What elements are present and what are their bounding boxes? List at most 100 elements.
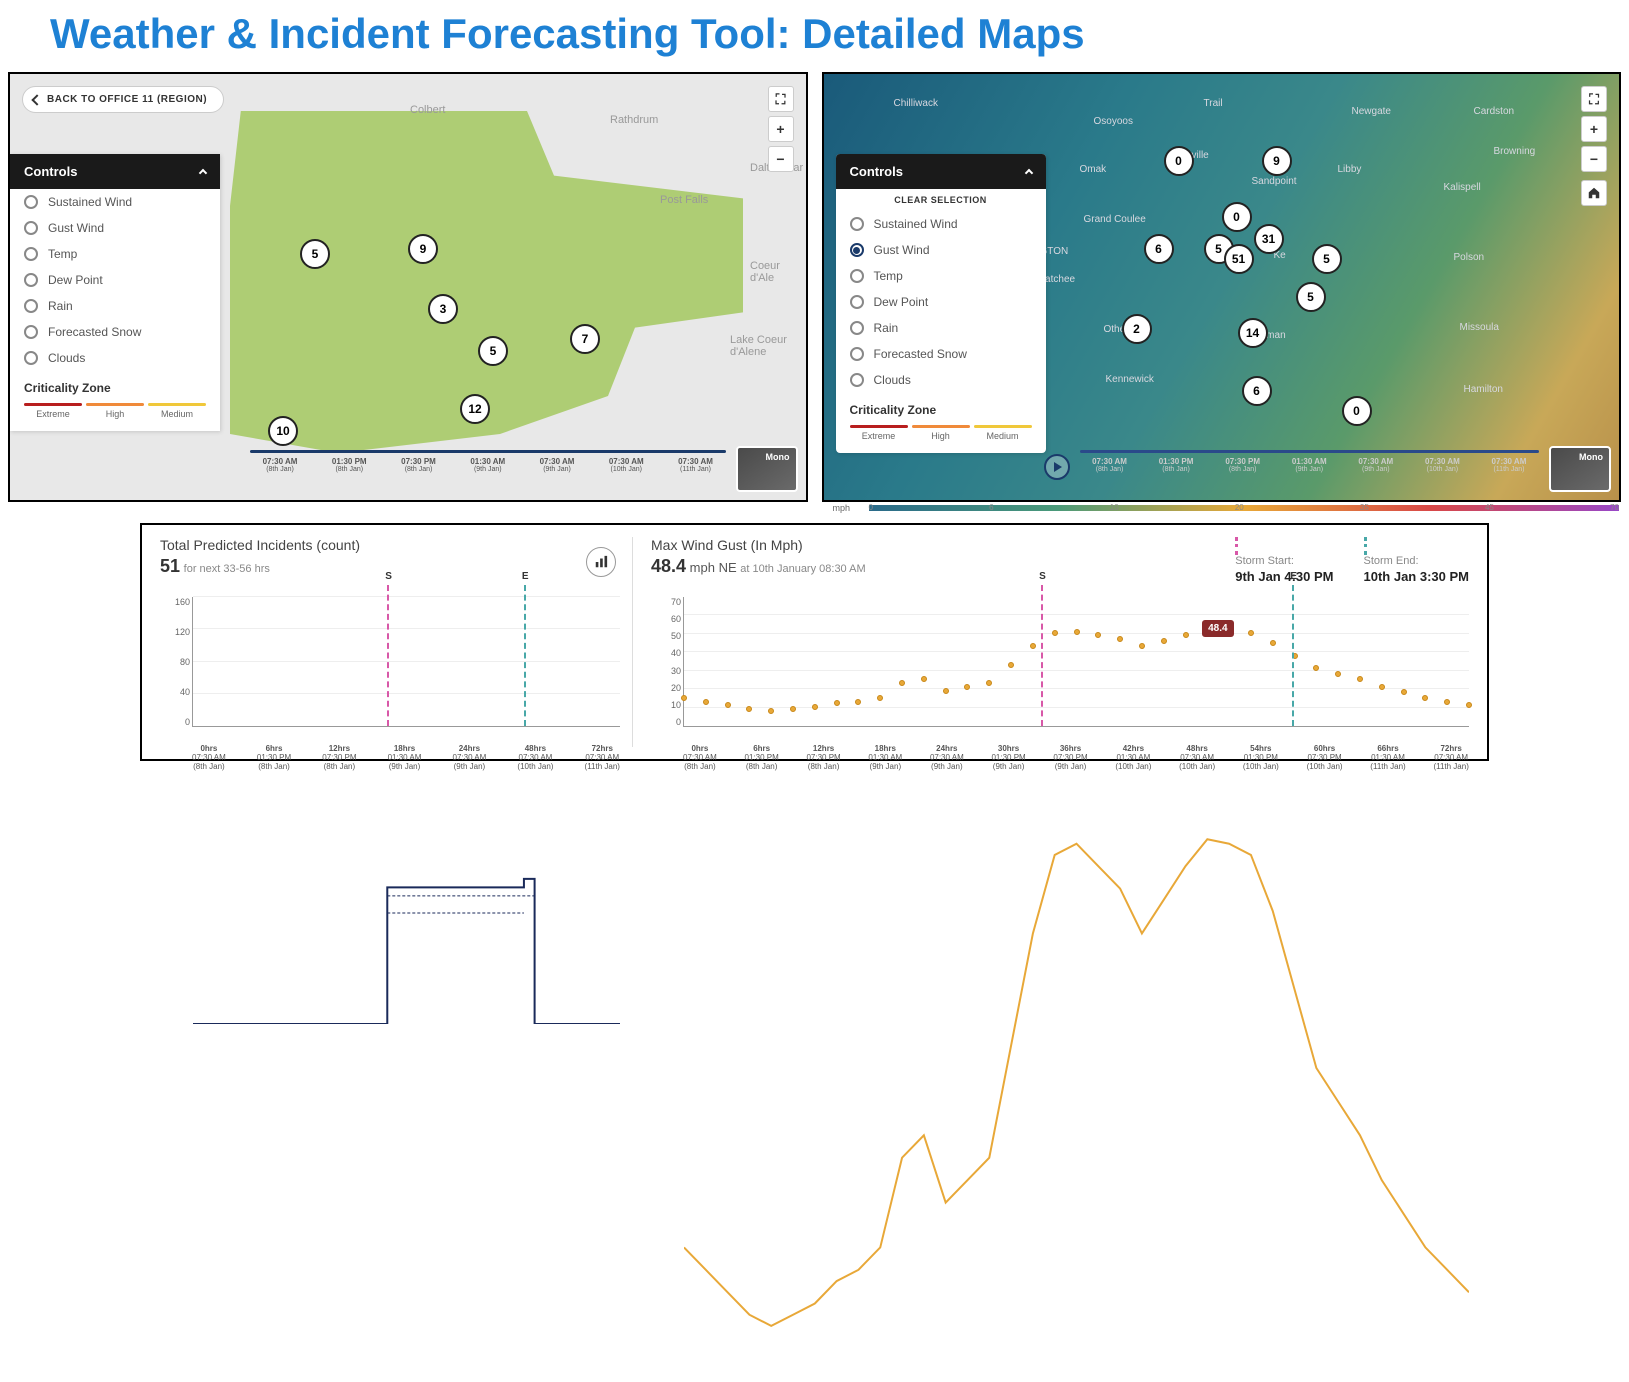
data-point[interactable] [1248, 630, 1254, 636]
x-tick: 42hrs01:30 AM(10th Jan) [1115, 744, 1151, 771]
data-point[interactable] [746, 706, 752, 712]
storm-end-marker [1364, 537, 1470, 555]
data-point[interactable] [899, 680, 905, 686]
map-marker[interactable]: 2 [1122, 314, 1152, 344]
incidents-plot[interactable]: 04080120160 S E 0hrs07:30 AM(8th Jan)6hr… [160, 597, 620, 747]
control-sustained-wind[interactable]: Sustained Wind [836, 211, 1046, 237]
data-point[interactable] [1379, 684, 1385, 690]
data-point[interactable] [1357, 676, 1363, 682]
map-marker[interactable]: 0 [1222, 202, 1252, 232]
back-button[interactable]: BACK TO OFFICE 11 (REGION) [22, 86, 224, 113]
data-point[interactable] [1139, 643, 1145, 649]
control-label: Rain [48, 299, 73, 313]
map-marker[interactable]: 0 [1342, 396, 1372, 426]
data-point[interactable] [725, 702, 731, 708]
fullscreen-button[interactable]: ⛶ [1581, 86, 1607, 112]
control-gust-wind[interactable]: Gust Wind [10, 215, 220, 241]
gust-plot[interactable]: 010203040506070 S E 48.4 0hrs07:30 AM(8t… [651, 597, 1469, 747]
controls-header[interactable]: Controls [836, 154, 1046, 189]
control-forecasted-snow[interactable]: Forecasted Snow [10, 319, 220, 345]
map-marker[interactable]: 6 [1144, 234, 1174, 264]
data-point[interactable] [1466, 702, 1472, 708]
control-clouds[interactable]: Clouds [10, 345, 220, 371]
chart-type-toggle[interactable] [586, 547, 616, 577]
data-point[interactable] [855, 699, 861, 705]
control-gust-wind[interactable]: Gust Wind [836, 237, 1046, 263]
data-point[interactable] [768, 708, 774, 714]
zoom-out-button[interactable]: − [1581, 146, 1607, 172]
data-point[interactable] [1117, 636, 1123, 642]
control-rain[interactable]: Rain [10, 293, 220, 319]
maps-row: ColbertRathdrumPost FallsDalton GarCoeur… [0, 72, 1629, 502]
map-marker[interactable]: 0 [1164, 146, 1194, 176]
map-marker[interactable]: 9 [408, 234, 438, 264]
x-tick: 18hrs01:30 AM(9th Jan) [388, 744, 422, 771]
control-rain[interactable]: Rain [836, 315, 1046, 341]
map-marker[interactable]: 12 [460, 394, 490, 424]
map-marker[interactable]: 5 [1312, 244, 1342, 274]
map-marker[interactable]: 3 [428, 294, 458, 324]
home-button[interactable] [1581, 180, 1607, 206]
data-point[interactable] [1095, 632, 1101, 638]
data-point[interactable] [1008, 662, 1014, 668]
data-point[interactable] [1270, 640, 1276, 646]
radio-icon [24, 195, 38, 209]
data-point[interactable] [1161, 638, 1167, 644]
zoom-out-button[interactable]: − [768, 146, 794, 172]
data-point[interactable] [790, 706, 796, 712]
x-tick: 72hrs07:30 AM(11th Jan) [1433, 744, 1468, 771]
data-point[interactable] [834, 700, 840, 706]
storm-start-marker [1235, 537, 1333, 555]
map-marker[interactable]: 5 [478, 336, 508, 366]
data-point[interactable] [986, 680, 992, 686]
control-dew-point[interactable]: Dew Point [836, 289, 1046, 315]
data-point[interactable] [1444, 699, 1450, 705]
data-point[interactable] [943, 688, 949, 694]
data-point[interactable] [1313, 665, 1319, 671]
control-clouds[interactable]: Clouds [836, 367, 1046, 393]
data-point[interactable] [1030, 643, 1036, 649]
control-temp[interactable]: Temp [10, 241, 220, 267]
controls-panel-left: Controls Sustained WindGust WindTempDew … [10, 154, 220, 431]
map-marker[interactable]: 51 [1224, 244, 1254, 274]
map-marker[interactable]: 31 [1254, 224, 1284, 254]
data-point[interactable] [877, 695, 883, 701]
data-point[interactable] [964, 684, 970, 690]
crit-extreme: Extreme [24, 403, 82, 419]
play-button[interactable] [1044, 454, 1070, 480]
map-marker[interactable]: 7 [570, 324, 600, 354]
storm-start-value: 9th Jan 4:30 PM [1235, 569, 1333, 584]
map-marker[interactable]: 9 [1262, 146, 1292, 176]
data-point[interactable] [681, 695, 687, 701]
control-temp[interactable]: Temp [836, 263, 1046, 289]
map-marker[interactable]: 5 [300, 239, 330, 269]
x-tick: 60hrs07:30 PM(10th Jan) [1307, 744, 1343, 771]
map-marker[interactable]: 14 [1238, 318, 1268, 348]
map-marker[interactable]: 6 [1242, 376, 1272, 406]
fullscreen-button[interactable]: ⛶ [768, 86, 794, 112]
control-sustained-wind[interactable]: Sustained Wind [10, 189, 220, 215]
data-point[interactable] [1335, 671, 1341, 677]
data-point[interactable] [1183, 632, 1189, 638]
timeline-tick: 01:30 PM(8th Jan) [319, 457, 379, 473]
data-point[interactable] [703, 699, 709, 705]
data-point[interactable] [1052, 630, 1058, 636]
data-point[interactable] [921, 676, 927, 682]
criticality-title: Criticality Zone [850, 403, 1032, 417]
map-marker[interactable]: 5 [1296, 282, 1326, 312]
clear-selection[interactable]: CLEAR SELECTION [836, 189, 1046, 211]
control-forecasted-snow[interactable]: Forecasted Snow [836, 341, 1046, 367]
data-point[interactable] [812, 704, 818, 710]
zoom-in-button[interactable]: + [768, 116, 794, 142]
basemap-toggle[interactable]: Mono [1549, 446, 1611, 492]
timeline-right[interactable]: 07:30 AM(8th Jan)01:30 PM(8th Jan)07:30 … [1080, 440, 1540, 490]
data-point[interactable] [1074, 629, 1080, 635]
control-dew-point[interactable]: Dew Point [10, 267, 220, 293]
zoom-in-button[interactable]: + [1581, 116, 1607, 142]
data-point[interactable] [1401, 689, 1407, 695]
basemap-toggle[interactable]: Mono [736, 446, 798, 492]
controls-header[interactable]: Controls [10, 154, 220, 189]
timeline-left[interactable]: 07:30 AM(8th Jan)01:30 PM(8th Jan)07:30 … [250, 440, 726, 490]
incidents-value: 51 [160, 556, 180, 576]
data-point[interactable] [1422, 695, 1428, 701]
